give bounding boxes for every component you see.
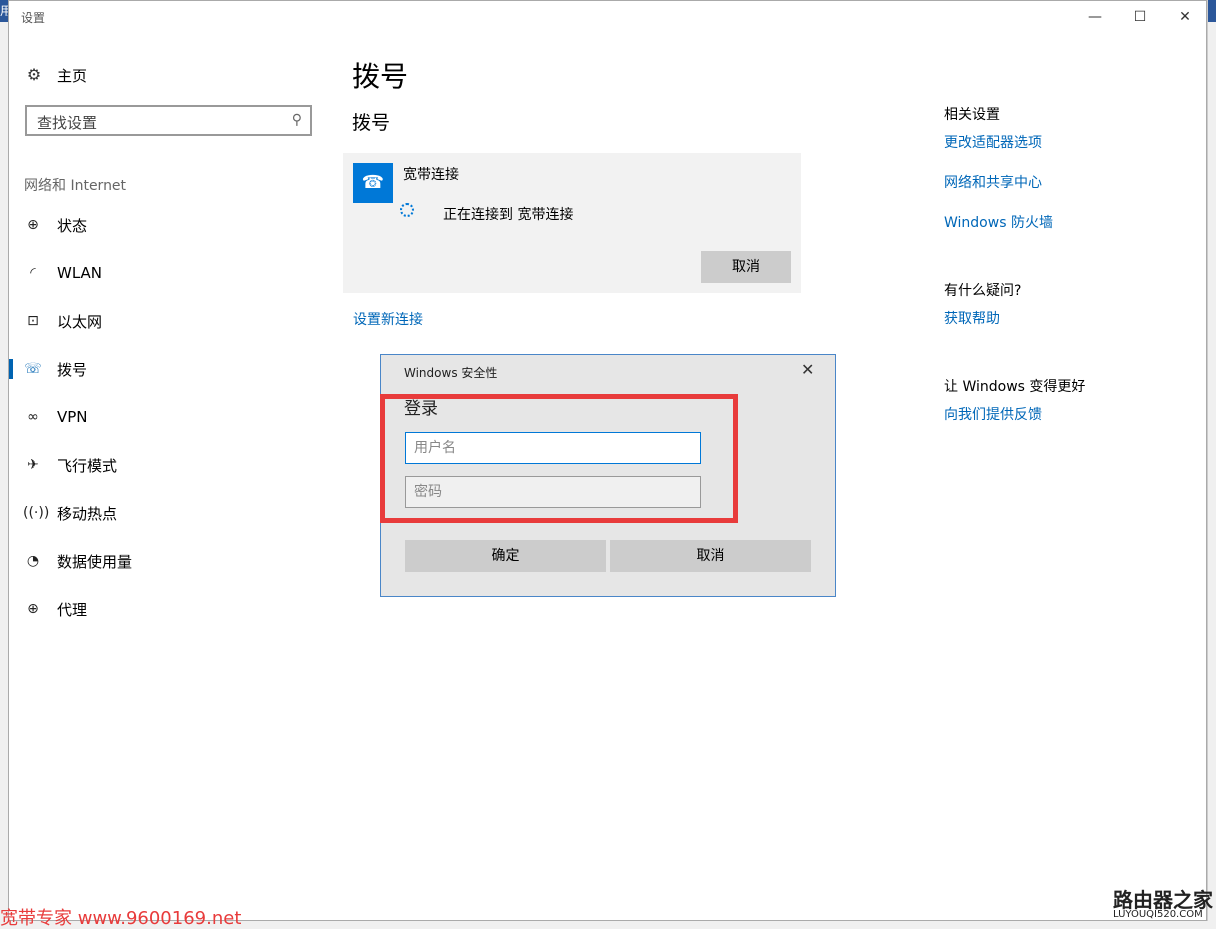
sidebar-item-hotspot[interactable]: ((·)) 移动热点	[9, 495, 329, 531]
sidebar-item-ethernet[interactable]: ⊡ 以太网	[9, 303, 329, 339]
sidebar-item-label: VPN	[57, 408, 88, 426]
watermark-logo-sub: LUYOUQI520.COM	[1113, 909, 1203, 920]
selected-indicator	[9, 359, 13, 379]
page-title: 拨号	[352, 60, 409, 93]
ok-button[interactable]: 确定	[405, 540, 606, 572]
sidebar-item-label: 主页	[57, 66, 88, 85]
get-help-link[interactable]: 获取帮助	[944, 308, 1000, 328]
title-bar: 设置 — ☐ ✕	[9, 1, 1206, 33]
gear-icon: ⚙	[26, 65, 42, 84]
hotspot-icon: ((·))	[23, 505, 50, 521]
sidebar-item-data-usage[interactable]: ◔ 数据使用量	[9, 543, 329, 579]
connection-name: 宽带连接	[403, 167, 459, 183]
close-button[interactable]: ✕	[1162, 1, 1208, 33]
improve-heading: 让 Windows 变得更好	[944, 379, 1086, 395]
proxy-icon: ⊕	[27, 601, 39, 617]
background-app-titlebar-right	[1208, 0, 1216, 22]
section-title: 拨号	[352, 112, 391, 134]
question-heading: 有什么疑问?	[944, 283, 1022, 299]
sidebar-item-label: 数据使用量	[57, 552, 133, 571]
connection-status: 正在连接到 宽带连接	[443, 207, 574, 223]
sidebar-item-label: WLAN	[57, 264, 103, 282]
sidebar-item-home[interactable]: ⚙ 主页	[25, 63, 87, 87]
sidebar-item-label: 代理	[57, 600, 88, 619]
sidebar-item-label: 拨号	[57, 360, 88, 379]
cancel-connection-button[interactable]: 取消	[701, 251, 791, 283]
connection-card[interactable]: ☎ 宽带连接 正在连接到 宽带连接 取消	[343, 153, 801, 293]
vpn-icon: ∞	[27, 409, 39, 425]
window-title: 设置	[21, 11, 46, 25]
firewall-link[interactable]: Windows 防火墙	[944, 212, 1053, 232]
network-sharing-center-link[interactable]: 网络和共享中心	[944, 172, 1042, 192]
ethernet-icon: ⊡	[27, 313, 39, 329]
sidebar-item-wlan[interactable]: ◜ WLAN	[9, 255, 329, 291]
search-input[interactable]: 查找设置 ⚲	[25, 105, 312, 136]
sidebar-item-vpn[interactable]: ∞ VPN	[9, 399, 329, 435]
sidebar-item-proxy[interactable]: ⊕ 代理	[9, 591, 329, 627]
feedback-link[interactable]: 向我们提供反馈	[944, 404, 1042, 424]
search-icon: ⚲	[291, 112, 302, 128]
phone-icon: ☏	[24, 361, 42, 377]
setup-new-connection-link[interactable]: 设置新连接	[353, 309, 423, 329]
sidebar-item-label: 状态	[57, 216, 88, 235]
sidebar-item-label: 移动热点	[57, 504, 118, 523]
sidebar-section-label: 网络和 Internet	[24, 178, 127, 194]
related-settings-heading: 相关设置	[944, 107, 1000, 123]
highlight-box	[380, 394, 738, 523]
loading-spinner-icon	[400, 203, 414, 217]
watermark-left: 宽带专家 www.9600169.net	[0, 908, 242, 929]
wifi-icon: ◜	[30, 265, 36, 281]
dialog-cancel-button[interactable]: 取消	[610, 540, 811, 572]
dialog-title: Windows 安全性	[404, 366, 498, 380]
background-app-right	[1207, 0, 1216, 929]
sidebar-item-airplane[interactable]: ✈ 飞行模式	[9, 447, 329, 483]
sidebar-item-dialup[interactable]: ☏ 拨号	[9, 351, 329, 387]
globe-icon: ⊕	[27, 217, 39, 233]
phone-icon: ☎	[353, 163, 393, 203]
search-placeholder: 查找设置	[37, 114, 98, 132]
sidebar-item-status[interactable]: ⊕ 状态	[9, 207, 329, 243]
background-app-left: 用	[0, 0, 8, 929]
background-app-titlebar: 用	[0, 0, 8, 22]
airplane-icon: ✈	[27, 457, 39, 473]
dialog-close-button[interactable]: ✕	[801, 360, 814, 379]
adapter-options-link[interactable]: 更改适配器选项	[944, 132, 1042, 152]
maximize-button[interactable]: ☐	[1117, 1, 1163, 33]
sidebar-item-label: 飞行模式	[57, 456, 118, 475]
minimize-button[interactable]: —	[1072, 1, 1118, 33]
sidebar-item-label: 以太网	[57, 312, 103, 331]
data-usage-icon: ◔	[26, 553, 40, 569]
